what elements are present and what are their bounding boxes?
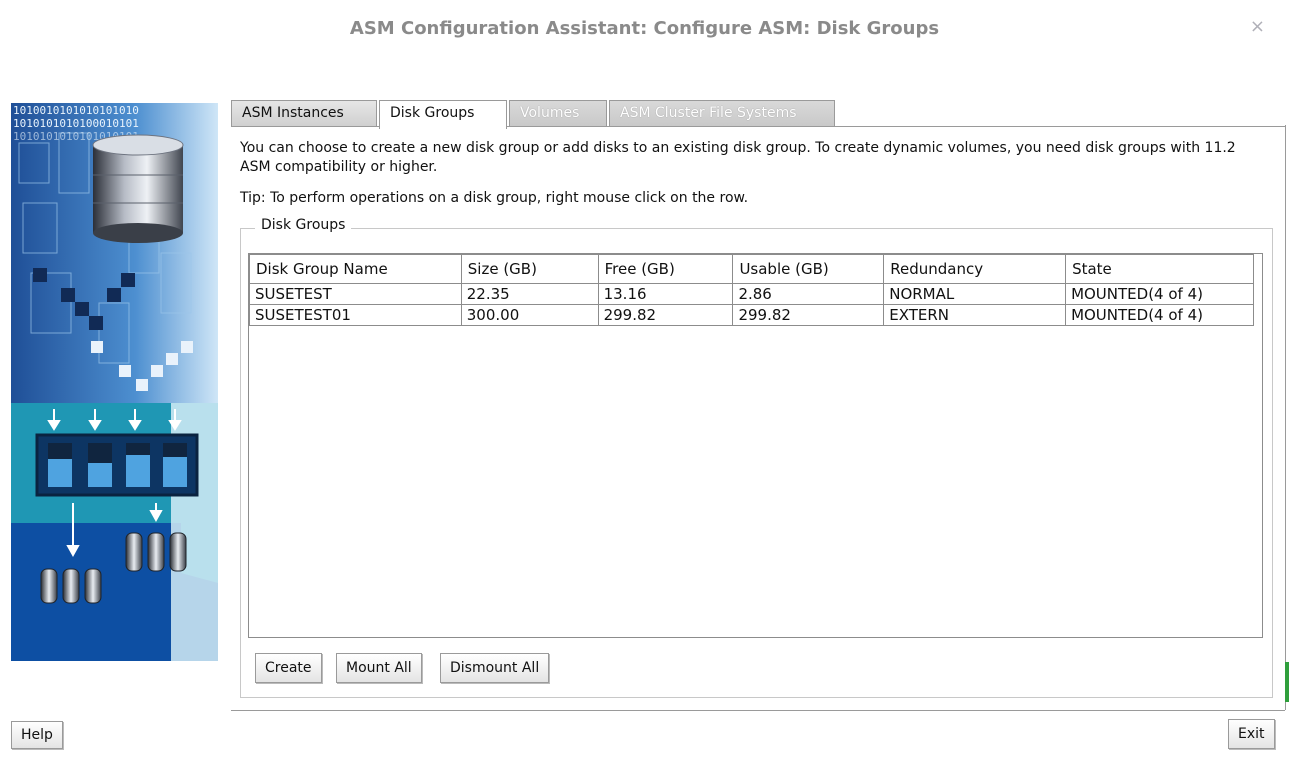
window-title: ASM Configuration Assistant: Configure A… <box>349 18 940 39</box>
cell-size: 22.35 <box>460 283 599 305</box>
tab-asm-instances[interactable]: ASM Instances <box>231 100 377 127</box>
tab-volumes[interactable]: Volumes <box>509 100 607 127</box>
cell-redundancy: EXTERN <box>883 304 1067 326</box>
tab-disk-groups[interactable]: Disk Groups <box>379 100 507 129</box>
edge-indicator <box>1285 662 1289 702</box>
table-row[interactable]: SUSETEST 22.35 13.16 2.86 NORMAL MOUNTED… <box>249 283 1254 305</box>
svg-text:1010101010100010101: 1010101010100010101 <box>13 117 139 130</box>
column-header-disk-group-name[interactable]: Disk Group Name <box>249 254 462 284</box>
create-button[interactable]: Create <box>255 653 322 683</box>
cell-state: MOUNTED(4 of 4) <box>1065 304 1254 326</box>
cell-redundancy: NORMAL <box>883 283 1067 305</box>
mount-all-button[interactable]: Mount All <box>336 653 422 683</box>
cell-usable: 299.82 <box>732 304 885 326</box>
column-header-free[interactable]: Free (GB) <box>597 254 734 284</box>
cell-disk-group-name: SUSETEST01 <box>249 304 462 326</box>
side-illustration: 1010010101010101010 1010101010100010101 … <box>11 103 218 661</box>
table-row[interactable]: SUSETEST01 300.00 299.82 299.82 EXTERN M… <box>249 304 1254 326</box>
svg-text:1010010101010101010: 1010010101010101010 <box>13 104 139 117</box>
window-edge <box>1285 125 1286 710</box>
help-button[interactable]: Help <box>11 721 63 749</box>
table-header-row: Disk Group Name Size (GB) Free (GB) Usab… <box>249 254 1254 284</box>
column-header-usable[interactable]: Usable (GB) <box>732 254 885 284</box>
description-text: You can choose to create a new disk grou… <box>240 140 1236 175</box>
tab-asm-cluster-file-systems[interactable]: ASM Cluster File Systems <box>609 100 835 127</box>
column-header-redundancy[interactable]: Redundancy <box>883 254 1067 284</box>
disk-groups-legend: Disk Groups <box>255 217 352 233</box>
cell-free: 299.82 <box>597 304 734 326</box>
close-icon[interactable]: × <box>1250 16 1265 37</box>
exit-button[interactable]: Exit <box>1228 719 1275 749</box>
cell-disk-group-name: SUSETEST <box>249 283 462 305</box>
column-header-state[interactable]: State <box>1065 254 1254 284</box>
cell-state: MOUNTED(4 of 4) <box>1065 283 1254 305</box>
dismount-all-button[interactable]: Dismount All <box>440 653 550 683</box>
cell-usable: 2.86 <box>732 283 885 305</box>
cell-free: 13.16 <box>597 283 734 305</box>
cell-size: 300.00 <box>460 304 599 326</box>
tip-text: Tip: To perform operations on a disk gro… <box>240 190 749 206</box>
column-header-size[interactable]: Size (GB) <box>460 254 599 284</box>
disk-groups-table[interactable]: Disk Group Name Size (GB) Free (GB) Usab… <box>248 253 1263 638</box>
footer-divider <box>231 710 1285 711</box>
